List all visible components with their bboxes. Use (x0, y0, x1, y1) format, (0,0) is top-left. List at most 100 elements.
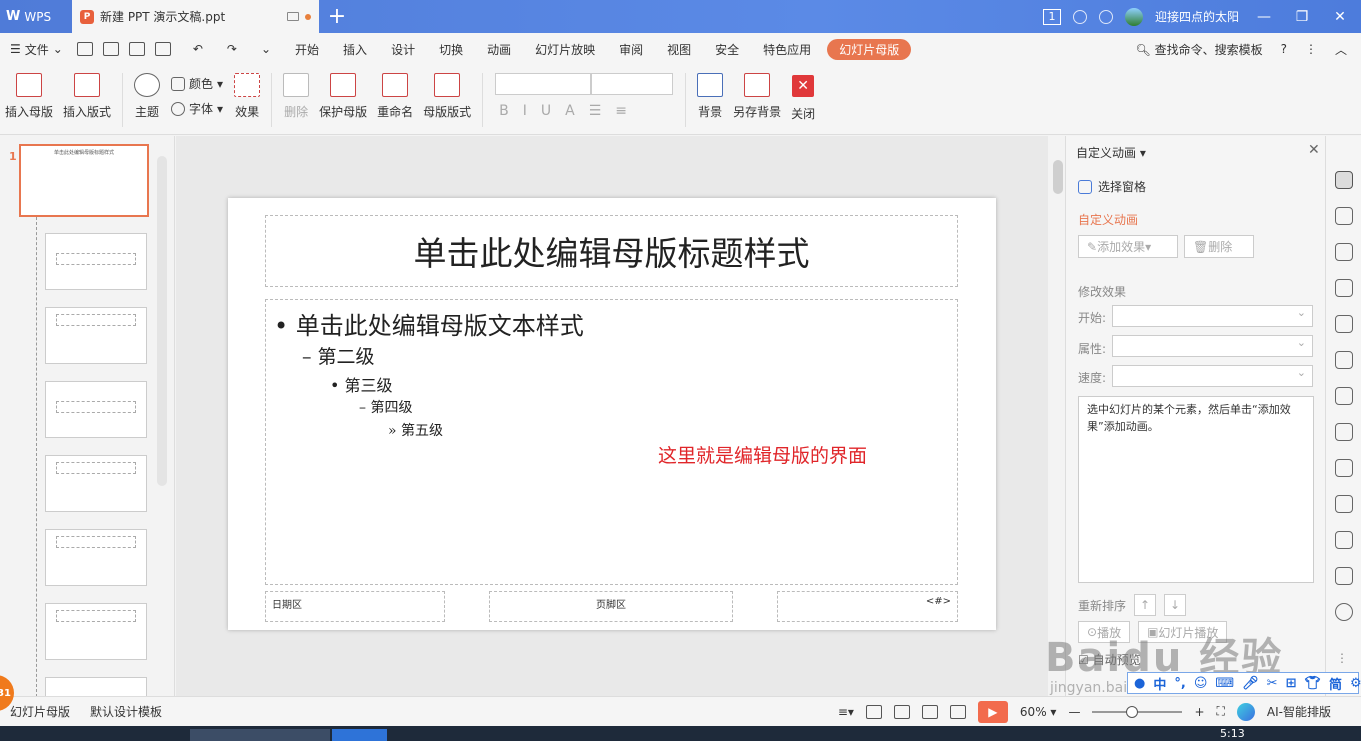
maximize-button[interactable]: ❐ (1289, 9, 1315, 25)
window-count-badge[interactable]: 1 (1042, 8, 1061, 25)
background-button[interactable]: 背景 (692, 73, 728, 120)
font-color-icon[interactable]: A (565, 103, 575, 119)
more-icon[interactable]: ⋮ (1305, 42, 1317, 56)
template-name[interactable]: 默认设计模板 (80, 703, 172, 720)
font-family-select[interactable] (495, 73, 592, 95)
font-size-select[interactable] (591, 73, 674, 95)
footer-placeholder[interactable]: 页脚区 (489, 591, 733, 622)
box-icon[interactable] (1335, 387, 1353, 405)
master-slide-thumbnail[interactable]: 单击此处编辑母版标题样式 (19, 144, 149, 217)
shirt-icon[interactable] (1098, 9, 1113, 24)
menu-item[interactable]: 审阅 (607, 41, 655, 58)
delete-animation-button[interactable]: 🗑︎ 删除 (1184, 235, 1254, 258)
user-name[interactable]: 迎接四点的太阳 (1155, 8, 1239, 25)
underline-icon[interactable]: U (541, 103, 551, 119)
sorter-view-icon[interactable] (893, 704, 910, 719)
layout-thumbnail[interactable] (45, 233, 147, 290)
menu-item[interactable]: 视图 (655, 41, 703, 58)
tab-slide-master[interactable]: 幻灯片母版 (827, 38, 912, 60)
copy-icon[interactable] (1335, 207, 1353, 225)
zoom-slider[interactable] (1092, 705, 1183, 718)
menu-item[interactable]: 安全 (703, 41, 751, 58)
close-window-button[interactable]: ✕ (1327, 9, 1353, 25)
save-icon[interactable] (76, 42, 93, 56)
paragraph-icon[interactable]: ☰ (589, 103, 602, 119)
layout-thumbnail[interactable] (45, 529, 147, 586)
ai-layout-button[interactable]: AI-智能排版 (1267, 703, 1331, 720)
taskbar-clock[interactable]: 5:13 (1220, 727, 1245, 740)
zoom-level[interactable]: 60% ▾ (1020, 705, 1057, 719)
theme-button[interactable]: 主题 (129, 73, 165, 120)
close-master-button[interactable]: ✕ 关闭 (786, 73, 820, 122)
delete-button[interactable]: 删除 (278, 73, 314, 120)
protect-master-button[interactable]: 保护母版 (314, 73, 372, 120)
layout-thumbnail[interactable] (45, 677, 147, 696)
play-slideshow-button[interactable]: ▶ (977, 700, 1008, 723)
notes-view-icon[interactable] (949, 704, 966, 719)
menu-item[interactable]: 幻灯片放映 (523, 41, 607, 58)
help-icon[interactable]: ? (1281, 42, 1287, 56)
ime-mode[interactable]: 中 (1153, 674, 1166, 693)
ime-grid-icon[interactable]: ⊞ (1286, 676, 1297, 691)
canvas-scrollbar[interactable] (1051, 136, 1065, 696)
undo-icon[interactable]: ↶ (181, 42, 215, 56)
font-button[interactable]: 字体 ▾ (171, 100, 223, 117)
normal-view-icon[interactable] (865, 704, 882, 719)
menu-item[interactable]: 开始 (283, 41, 331, 58)
zoom-out-icon[interactable]: — (1068, 705, 1080, 719)
ime-settings-icon[interactable]: ⚙ (1350, 676, 1361, 691)
menu-item[interactable]: 切换 (427, 41, 475, 58)
ime-logo-icon[interactable]: ● (1134, 676, 1145, 691)
animation-list[interactable]: 选中幻灯片的某个元素，然后单击“添加效果”添加动画。 (1078, 396, 1314, 583)
effect-button[interactable]: 效果 (229, 73, 265, 120)
insert-master-button[interactable]: 插入母版 (0, 73, 58, 120)
ime-punctuation-icon[interactable]: °, (1174, 676, 1185, 691)
ime-emoji-icon[interactable]: ☺ (1194, 676, 1208, 691)
start-select[interactable] (1112, 305, 1313, 327)
minimize-button[interactable]: — (1251, 9, 1277, 25)
history-icon[interactable] (1335, 567, 1353, 585)
slide-number-placeholder[interactable]: <#> (777, 591, 958, 622)
color-button[interactable]: 颜色 ▾ (171, 75, 223, 92)
layout-thumbnail[interactable] (45, 307, 147, 364)
ime-simplified[interactable]: 简 (1329, 674, 1342, 693)
more-icon[interactable]: ⋮ (1336, 651, 1348, 665)
file-menu[interactable]: ☰ 文件 ⌄ (10, 41, 77, 58)
audio-icon[interactable] (1335, 495, 1353, 513)
search-command[interactable]: 🔍︎ 查找命令、搜索模板 (1136, 41, 1263, 58)
move-up-button[interactable]: ↑ (1134, 594, 1157, 616)
shapes-icon[interactable] (1335, 243, 1353, 261)
close-icon[interactable]: ✕ (1308, 142, 1320, 158)
speed-select[interactable] (1112, 365, 1313, 387)
hexagon-icon[interactable] (1335, 531, 1353, 549)
document-tab[interactable]: P 新建 PPT 演示文稿.ppt (72, 0, 319, 33)
bold-icon[interactable]: B (499, 103, 509, 119)
ime-skin-icon[interactable]: 👕︎ (1304, 676, 1321, 691)
print-icon[interactable] (128, 42, 145, 56)
thumbnails-scrollbar[interactable] (157, 156, 167, 486)
menu-item[interactable]: 设计 (379, 41, 427, 58)
print-preview-icon[interactable] (154, 42, 171, 56)
select-pane-link[interactable]: 选择窗格 (1078, 178, 1146, 195)
zoom-knob[interactable] (1126, 705, 1139, 718)
export-icon[interactable] (102, 42, 119, 56)
new-tab-button[interactable]: + (319, 0, 355, 33)
property-select[interactable] (1112, 335, 1313, 357)
taskbar-window-active[interactable] (332, 729, 387, 741)
collapse-ribbon-icon[interactable]: ︿ (1335, 41, 1347, 58)
layout-thumbnail[interactable] (45, 455, 147, 512)
add-effect-button[interactable]: ✎ 添加效果 ▾ (1078, 235, 1178, 258)
zoom-in-icon[interactable]: + (1194, 705, 1204, 719)
body-placeholder[interactable]: • 单击此处编辑母版文本样式 – 第二级 • 第三级 – 第四级 » 第五级 这… (265, 299, 958, 585)
panel-header[interactable]: 自定义动画 ▾ (1076, 144, 1146, 161)
fit-window-icon[interactable]: ⛶ (1217, 704, 1225, 719)
move-down-button[interactable]: ↓ (1164, 594, 1187, 616)
star-icon[interactable] (1335, 351, 1353, 369)
ime-voice-icon[interactable]: 🎤︎ (1242, 676, 1259, 691)
save-background-button[interactable]: 另存背景 (728, 73, 786, 120)
animation-icon[interactable] (1335, 171, 1353, 189)
insert-layout-button[interactable]: 插入版式 (58, 73, 116, 120)
ai-icon[interactable] (1236, 702, 1255, 721)
help-icon[interactable] (1335, 603, 1353, 621)
date-placeholder[interactable]: 日期区 (265, 591, 445, 622)
